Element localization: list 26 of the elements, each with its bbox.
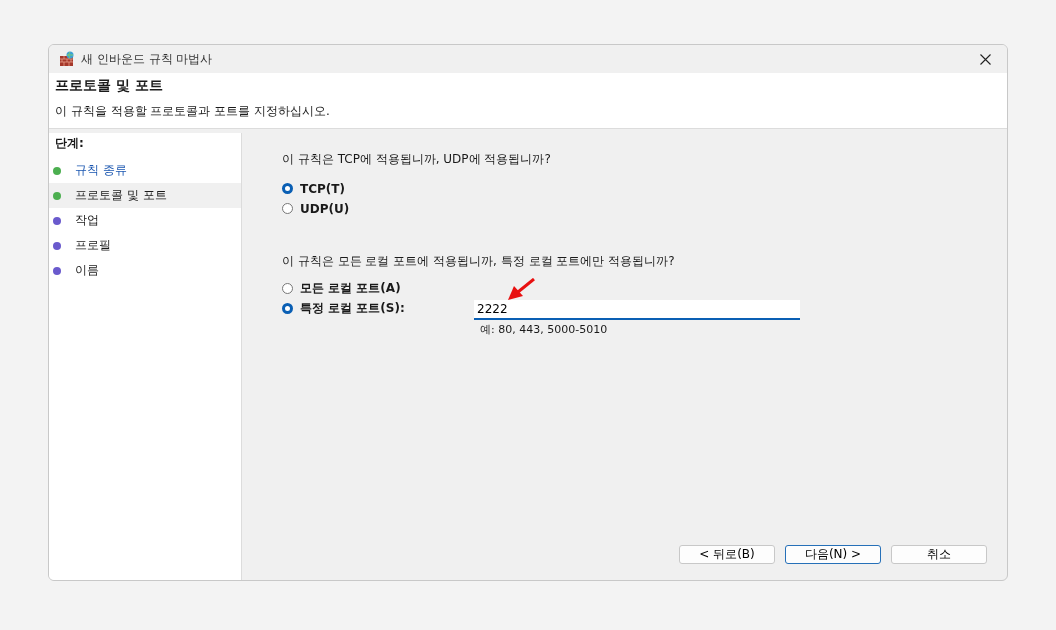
- page-heading: 프로토콜 및 포트: [55, 77, 164, 95]
- radio-button[interactable]: [282, 203, 293, 214]
- radio-option[interactable]: UDP(U): [282, 200, 987, 217]
- radio-option[interactable]: TCP(T): [282, 180, 987, 197]
- step-item[interactable]: 규칙 종류: [49, 158, 241, 183]
- step-item[interactable]: 프로토콜 및 포트: [49, 183, 241, 208]
- question-text: 이 규칙은 모든 로컬 포트에 적용됩니까, 특정 로컬 포트에만 적용됩니까?: [282, 253, 676, 270]
- field-hint: 예: 80, 443, 5000-5010: [479, 322, 609, 337]
- port-input-field[interactable]: 2222: [474, 300, 800, 320]
- radio-button[interactable]: [282, 303, 293, 314]
- page-description: 이 규칙을 적용할 프로토콜과 포트를 지정하십시오.: [55, 103, 331, 120]
- step-item[interactable]: 이름: [49, 258, 241, 283]
- steps-heading: 단계:: [54, 135, 85, 152]
- firewall-icon: [59, 51, 75, 67]
- dialog-button[interactable]: 다음(N) >: [785, 545, 881, 564]
- step-item[interactable]: 프로필: [49, 233, 241, 258]
- close-icon: [979, 53, 991, 65]
- radio-option[interactable]: 모든 로컬 포트(A): [282, 280, 474, 297]
- window-title: 새 인바운드 규칙 마법사: [81, 50, 213, 68]
- step-item[interactable]: 작업: [49, 208, 241, 233]
- radio-button[interactable]: [282, 283, 293, 294]
- radio-button[interactable]: [282, 183, 293, 194]
- question-text: 이 규칙은 TCP에 적용됩니까, UDP에 적용됩니까?: [282, 151, 552, 168]
- dialog-button[interactable]: < 뒤로(B): [679, 545, 775, 564]
- dialog-button[interactable]: 취소: [891, 545, 987, 564]
- radio-option[interactable]: 특정 로컬 포트(S):: [282, 300, 474, 317]
